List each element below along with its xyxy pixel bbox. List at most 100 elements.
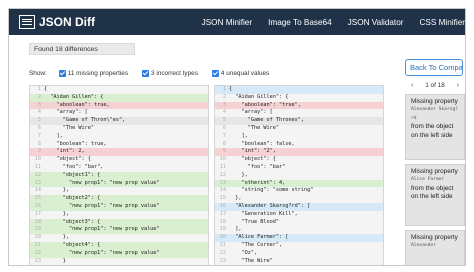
line-number: 22 xyxy=(34,249,41,256)
code-text: "new prop1": "new prop value" xyxy=(44,226,160,233)
difference-card[interactable]: Missing property Alexander Skarsg?rd fro… xyxy=(405,94,465,160)
code-text: "aboolean": "true", xyxy=(229,101,301,108)
checkbox-checked-icon xyxy=(58,69,66,77)
code-line: 16 "new prop1": "new prop value" xyxy=(30,202,208,211)
line-number: 18 xyxy=(219,218,226,225)
code-line: 7 ], xyxy=(30,133,208,141)
line-number: 20 xyxy=(219,234,226,241)
line-number: 8 xyxy=(37,140,41,147)
code-text: "foo": "bar", xyxy=(44,163,104,170)
code-line: 12 "object1": { xyxy=(30,171,208,180)
code-text: ], xyxy=(229,226,242,233)
code-line: 23 "The Wire" xyxy=(215,257,383,265)
line-number: 23 xyxy=(219,257,226,264)
code-line: 3 "aboolean": "true", xyxy=(215,101,383,110)
nav-link-css-minifier[interactable]: CSS Minifier xyxy=(420,18,466,27)
code-line: 22 "Oz", xyxy=(215,250,383,258)
line-number: 19 xyxy=(219,226,226,233)
card-title: Missing property xyxy=(411,168,458,175)
code-line: 6 "The Wire" xyxy=(30,125,208,133)
code-line: 13 "otherint": 4, xyxy=(215,179,383,188)
code-line: 21 "The Corner", xyxy=(215,242,383,250)
app-window: JSON Diff JSON Minifier Image To Base64 … xyxy=(8,8,466,266)
code-text: "otherint": 4, xyxy=(229,179,286,186)
code-text: "object2": { xyxy=(44,195,101,202)
code-line: 19 ], xyxy=(215,226,383,234)
card-title: Missing property xyxy=(411,234,458,241)
line-number: 1 xyxy=(222,86,226,92)
checkbox-checked-icon xyxy=(211,69,219,77)
nav-link-image-to-base64[interactable]: Image To Base64 xyxy=(268,18,332,27)
line-number: 17 xyxy=(219,210,226,217)
left-json-pane[interactable]: 1{2 "Aidan Gillen": {3 "aboolean": true,… xyxy=(29,85,209,265)
code-text: "Alice Farmer": [ xyxy=(229,234,289,241)
card-detail: from the object on the left side xyxy=(411,123,454,139)
code-text: "new prop1": "new prop value" xyxy=(44,179,160,186)
line-number: 21 xyxy=(34,241,41,248)
line-number: 15 xyxy=(219,195,226,202)
line-number: 7 xyxy=(37,132,41,139)
right-json-pane[interactable]: 1{2 "Aidan Gillen": {3 "aboolean": "true… xyxy=(214,85,384,265)
differences-sidebar: ‹ 1 of 18 › Missing property Alexander S… xyxy=(405,79,465,265)
nav-link-json-minifier[interactable]: JSON Minifier xyxy=(202,18,253,27)
code-text: "Generation Kill", xyxy=(229,210,298,217)
code-line: 19 "new prop1": "new prop value" xyxy=(30,226,208,235)
prev-difference-button[interactable]: ‹ xyxy=(411,82,413,89)
differences-summary: Found 18 differences xyxy=(29,43,135,55)
line-number: 7 xyxy=(222,132,226,139)
line-number: 5 xyxy=(37,117,41,124)
code-line: 12 }, xyxy=(215,172,383,180)
line-number: 12 xyxy=(219,171,226,178)
brand[interactable]: JSON Diff xyxy=(19,15,95,29)
code-line: 9 "int": "2", xyxy=(215,148,383,157)
code-text: "Alexander Skarsg?rd": [ xyxy=(229,202,311,209)
line-number: 11 xyxy=(219,163,226,170)
line-number: 15 xyxy=(34,195,41,202)
code-line: 2 "Aidan Gillen": { xyxy=(215,94,383,102)
code-text: "int": "2", xyxy=(229,148,276,155)
code-line: 8 "boolean": true, xyxy=(30,141,208,149)
top-navbar: JSON Diff JSON Minifier Image To Base64 … xyxy=(9,9,465,35)
code-text: "string": "some string" xyxy=(229,187,314,194)
code-text: } xyxy=(44,257,66,264)
filter-unequal-checkbox[interactable]: 4 unequal values xyxy=(211,69,269,77)
difference-card[interactable]: Missing property Alice Farmer from the o… xyxy=(405,164,465,226)
code-line: 4 "array": [ xyxy=(215,109,383,117)
code-text: "object": { xyxy=(229,156,276,163)
code-line: 5 "Game of Thrones", xyxy=(215,117,383,125)
code-line: 10 "object": { xyxy=(30,156,208,164)
line-number: 23 xyxy=(34,257,41,264)
code-line: 11 "foo": "bar", xyxy=(30,164,208,172)
back-to-compare-button[interactable]: Back To Compare xyxy=(405,59,463,76)
nav-link-json-validator[interactable]: JSON Validator xyxy=(348,18,404,27)
code-line: 4 "array": [ xyxy=(30,109,208,117)
code-line: 23 } xyxy=(30,257,208,265)
line-number: 22 xyxy=(219,249,226,256)
nav-links: JSON Minifier Image To Base64 JSON Valid… xyxy=(186,18,465,27)
code-line: 1{ xyxy=(215,86,383,94)
line-number: 13 xyxy=(34,179,41,186)
line-number: 9 xyxy=(37,148,41,155)
code-text: { xyxy=(44,86,48,92)
code-text: }, xyxy=(44,210,69,217)
filter-missing-checkbox[interactable]: 11 missing properties xyxy=(58,69,128,77)
code-text: }, xyxy=(229,195,242,202)
code-text: ], xyxy=(229,132,248,139)
code-line: 18 "True Blood" xyxy=(215,219,383,227)
code-text: "array": [ xyxy=(44,109,88,116)
card-property: Alexander Skarsg?rd xyxy=(411,107,459,121)
diff-pager: ‹ 1 of 18 › xyxy=(405,79,465,91)
code-text: "The Corner", xyxy=(229,241,283,248)
code-text: "object3": { xyxy=(44,218,101,225)
code-line: 15 "object2": { xyxy=(30,195,208,203)
line-number: 12 xyxy=(34,171,41,178)
line-number: 19 xyxy=(34,226,41,233)
code-text: }, xyxy=(44,234,69,241)
difference-card[interactable]: Missing property Alexander xyxy=(405,230,465,265)
next-difference-button[interactable]: › xyxy=(457,82,459,89)
filter-incorrect-checkbox[interactable]: 3 incorrect types xyxy=(142,69,198,77)
code-line: 7 ], xyxy=(215,133,383,141)
line-number: 5 xyxy=(222,117,226,124)
card-property: Alice Farmer xyxy=(411,177,445,183)
line-number: 6 xyxy=(37,124,41,131)
